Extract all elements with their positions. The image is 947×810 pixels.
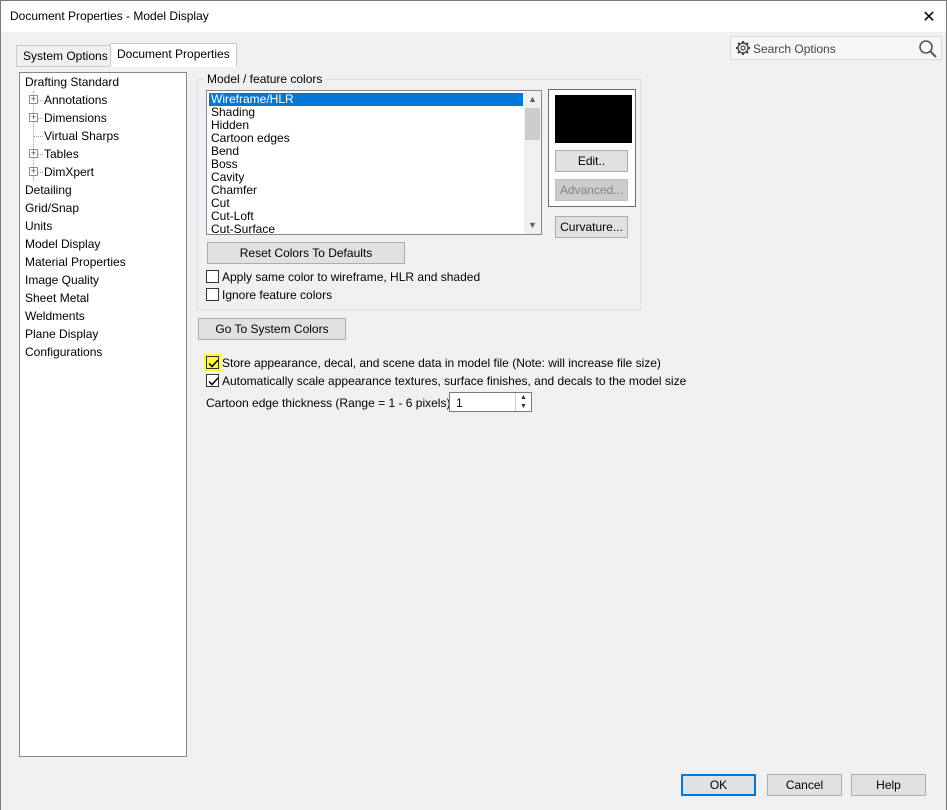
list-item[interactable]: Chamfer [209, 184, 523, 197]
tree-item-configurations[interactable]: Configurations [25, 343, 102, 361]
tab-label: Document Properties [117, 47, 230, 61]
thickness-value: 1 [456, 396, 463, 410]
feature-color-list[interactable]: Wireframe/HLR Shading Hidden Cartoon edg… [206, 90, 542, 235]
apply-same-color-label: Apply same color to wireframe, HLR and s… [222, 270, 481, 284]
curvature-button[interactable]: Curvature... [555, 216, 628, 238]
help-button[interactable]: Help [851, 774, 926, 796]
tree-item-image-quality[interactable]: Image Quality [25, 271, 99, 289]
expand-icon[interactable]: + [29, 167, 38, 176]
search-placeholder: Search Options [753, 42, 836, 56]
go-to-system-colors-button[interactable]: Go To System Colors [198, 318, 346, 340]
scroll-down-icon[interactable]: ▼ [524, 217, 541, 234]
list-scrollbar[interactable]: ▲ ▼ [524, 91, 541, 234]
gear-icon [736, 41, 750, 55]
dialog-footer: OK Cancel Help [1, 763, 946, 810]
store-appearance-label: Store appearance, decal, and scene data … [222, 356, 661, 370]
list-item[interactable]: Boss [209, 158, 523, 171]
list-item[interactable]: Bend [209, 145, 523, 158]
tree-item-drafting-standard[interactable]: Drafting Standard [25, 73, 119, 91]
scroll-up-icon[interactable]: ▲ [524, 91, 541, 108]
list-item[interactable]: Cut [209, 197, 523, 210]
tree-item-sheet-metal[interactable]: Sheet Metal [25, 289, 89, 307]
list-item[interactable]: Shading [209, 106, 523, 119]
tree-item-grid-snap[interactable]: Grid/Snap [25, 199, 79, 217]
checkmark-icon [208, 359, 219, 368]
tree-item-model-display[interactable]: Model Display [25, 235, 100, 253]
ok-button[interactable]: OK [681, 774, 756, 796]
search-icon[interactable] [918, 39, 938, 59]
list-item[interactable]: Wireframe/HLR [209, 93, 523, 106]
color-swatch [555, 95, 632, 143]
expand-icon[interactable]: + [29, 149, 38, 158]
auto-scale-textures-checkbox[interactable] [206, 374, 219, 387]
tab-label: System Options [23, 49, 108, 63]
ignore-feature-colors-label: Ignore feature colors [222, 288, 333, 302]
tab-document-properties[interactable]: Document Properties [110, 43, 237, 67]
spin-down-icon[interactable]: ▼ [516, 402, 531, 411]
edit-color-button[interactable]: Edit.. [555, 150, 628, 172]
tree-item-detailing[interactable]: Detailing [25, 181, 72, 199]
tree-item-virtual-sharps[interactable]: Virtual Sharps [44, 127, 119, 145]
tree-connector [34, 136, 43, 137]
list-item[interactable]: Cartoon edges [209, 132, 523, 145]
document-properties-dialog: Document Properties - Model Display ✕ Sy… [0, 0, 947, 810]
checkmark-icon [208, 377, 219, 386]
options-tree[interactable]: Drafting Standard + Annotations + Dimens… [19, 72, 187, 757]
group-title: Model / feature colors [204, 72, 326, 86]
apply-same-color-checkbox[interactable] [206, 270, 219, 283]
tree-item-dimensions[interactable]: Dimensions [44, 109, 107, 127]
list-item[interactable]: Cut-Surface [209, 223, 523, 235]
store-appearance-checkbox[interactable] [206, 356, 219, 369]
advanced-button[interactable]: Advanced... [555, 179, 628, 201]
tree-item-tables[interactable]: Tables [44, 145, 79, 163]
close-icon[interactable]: ✕ [912, 1, 946, 32]
search-input[interactable]: Search Options [730, 36, 942, 60]
expand-icon[interactable]: + [29, 113, 38, 122]
tree-item-dimxpert[interactable]: DimXpert [44, 163, 94, 181]
cartoon-edge-thickness-label: Cartoon edge thickness (Range = 1 - 6 pi… [206, 396, 454, 410]
tree-item-plane-display[interactable]: Plane Display [25, 325, 98, 343]
tree-item-units[interactable]: Units [25, 217, 52, 235]
title-bar: Document Properties - Model Display ✕ [1, 1, 946, 32]
cancel-button[interactable]: Cancel [767, 774, 842, 796]
window-title: Document Properties - Model Display [10, 9, 209, 23]
tab-system-options[interactable]: System Options [16, 45, 115, 67]
auto-scale-textures-label: Automatically scale appearance textures,… [222, 374, 687, 388]
expand-icon[interactable]: + [29, 95, 38, 104]
cartoon-edge-thickness-stepper[interactable]: 1 ▲ ▼ [449, 392, 532, 412]
tree-item-material-properties[interactable]: Material Properties [25, 253, 126, 271]
reset-colors-button[interactable]: Reset Colors To Defaults [207, 242, 405, 264]
spin-up-icon[interactable]: ▲ [516, 393, 531, 402]
tree-item-weldments[interactable]: Weldments [25, 307, 85, 325]
ignore-feature-colors-checkbox[interactable] [206, 288, 219, 301]
tree-item-annotations[interactable]: Annotations [44, 91, 107, 109]
spin-buttons[interactable]: ▲ ▼ [515, 393, 531, 411]
scroll-thumb[interactable] [525, 108, 540, 140]
